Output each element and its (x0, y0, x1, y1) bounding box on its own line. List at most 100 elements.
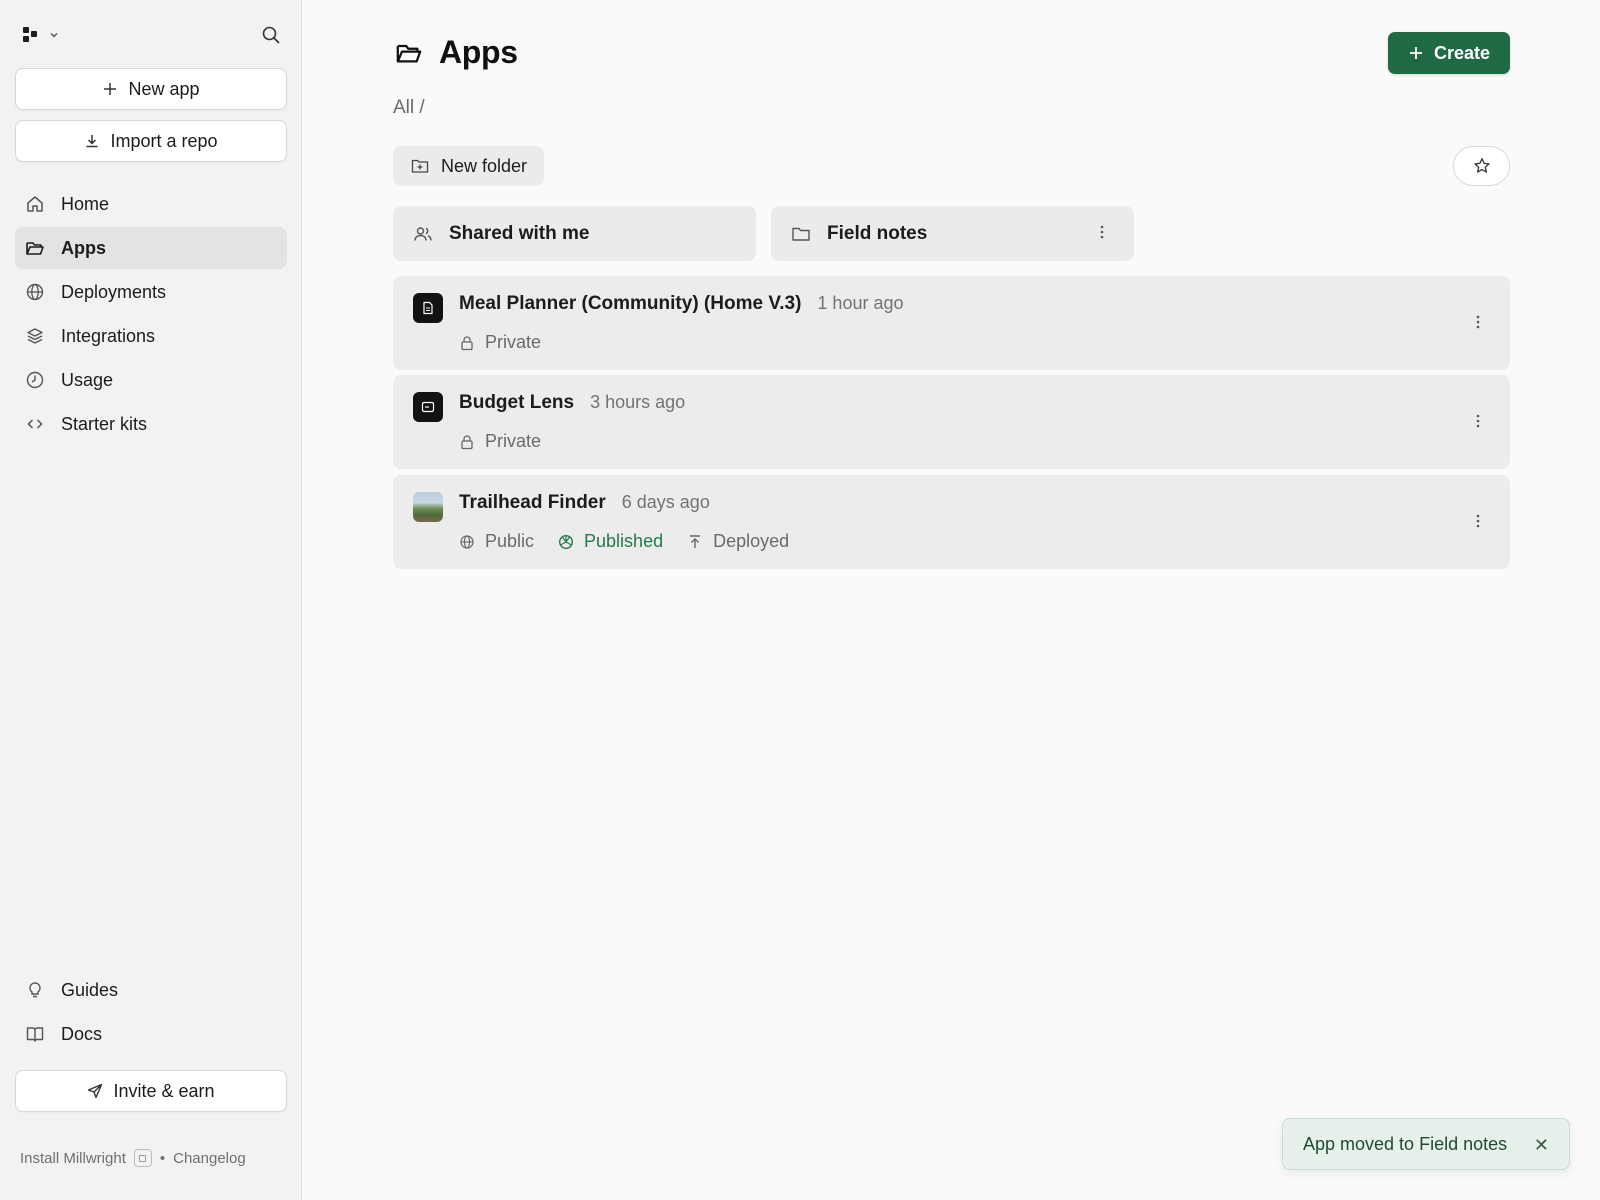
users-icon (413, 224, 433, 244)
visibility-badge: Private (459, 332, 541, 353)
import-repo-button[interactable]: Import a repo (15, 120, 287, 162)
visibility-label: Private (485, 431, 542, 451)
sidebar-item-label: Usage (61, 369, 114, 390)
new-app-label: New app (128, 78, 200, 99)
app-updated-time: 3 hours ago (590, 392, 686, 412)
app-meta: Public Published Deployed (459, 531, 789, 552)
book-icon (25, 1024, 45, 1044)
folder-label: Field notes (827, 222, 928, 244)
lock-icon (459, 434, 475, 450)
window-icon (413, 392, 443, 422)
app-window-icon (133, 1149, 152, 1167)
import-repo-label: Import a repo (110, 130, 218, 151)
app-row[interactable]: Budget Lens 3 hours ago Private (393, 375, 1510, 469)
deployed-badge: Deployed (687, 531, 789, 552)
app-updated-time: 1 hour ago (817, 293, 904, 313)
folder-plus-icon (411, 157, 429, 175)
visibility-badge: Private (459, 431, 541, 452)
app-updated-time: 6 days ago (621, 492, 710, 512)
folder-open-icon (395, 39, 423, 67)
more-vertical-icon[interactable] (1476, 314, 1480, 330)
sidebar: New app Import a repo Home Apps Deployme… (0, 0, 302, 1200)
footer-separator: • (159, 1149, 166, 1167)
folder-icon (791, 224, 811, 244)
sidebar-nav: Home Apps Deployments Integrations Usage (15, 183, 287, 447)
sidebar-item-starter-kits[interactable]: Starter kits (15, 403, 287, 445)
main-content: Apps Create All / New folder Shared with… (302, 0, 1600, 1200)
folder-shared-with-me[interactable]: Shared with me (393, 206, 756, 261)
breadcrumb[interactable]: All / (393, 97, 425, 119)
invite-earn-button[interactable]: Invite & earn (15, 1070, 287, 1112)
new-app-button[interactable]: New app (15, 68, 287, 110)
deployed-label: Deployed (713, 531, 790, 551)
app-name[interactable]: Trailhead Finder (459, 492, 606, 514)
install-link[interactable]: Install Millwright (20, 1150, 126, 1167)
visibility-badge: Public (459, 531, 534, 552)
sidebar-item-guides[interactable]: Guides (15, 969, 287, 1011)
search-icon[interactable] (261, 25, 281, 45)
toast-notification: App moved to Field notes ✕ (1282, 1118, 1570, 1170)
clock-icon (25, 370, 45, 390)
invite-earn-label: Invite & earn (113, 1080, 215, 1101)
app-thumbnail (413, 492, 443, 522)
aperture-icon (558, 534, 574, 550)
code-icon (25, 414, 45, 434)
app-row[interactable]: Meal Planner (Community) (Home V.3) 1 ho… (393, 276, 1510, 370)
logo-icon (22, 26, 40, 44)
sidebar-item-label: Home (61, 193, 110, 214)
sidebar-bottom-nav: Guides Docs (15, 969, 287, 1057)
lightbulb-icon (25, 980, 45, 1000)
sidebar-item-apps[interactable]: Apps (15, 227, 287, 269)
more-vertical-icon[interactable] (1100, 224, 1104, 240)
app-name[interactable]: Budget Lens (459, 392, 574, 414)
sidebar-item-usage[interactable]: Usage (15, 359, 287, 401)
globe-icon (459, 534, 475, 550)
folder-open-icon (25, 238, 45, 258)
create-button[interactable]: Create (1388, 32, 1510, 74)
create-label: Create (1433, 42, 1491, 63)
sidebar-item-integrations[interactable]: Integrations (15, 315, 287, 357)
app-title: Budget Lens 3 hours ago (459, 392, 685, 414)
sidebar-item-label: Docs (61, 1023, 103, 1044)
app-meta: Private (459, 431, 541, 452)
page-header: Apps (395, 34, 518, 71)
sidebar-item-label: Deployments (61, 281, 167, 302)
close-icon[interactable]: ✕ (1534, 1135, 1549, 1156)
sidebar-footer: Install Millwright • Changelog (20, 1149, 246, 1167)
toast-message: App moved to Field notes (1303, 1133, 1508, 1154)
favorites-button[interactable] (1453, 146, 1510, 186)
new-folder-button[interactable]: New folder (393, 146, 544, 186)
sidebar-item-label: Apps (61, 237, 106, 258)
document-icon (413, 293, 443, 323)
sidebar-item-label: Guides (61, 979, 119, 1000)
published-label: Published (584, 531, 664, 551)
lock-icon (459, 335, 475, 351)
download-icon (84, 133, 100, 149)
sidebar-item-home[interactable]: Home (15, 183, 287, 225)
more-vertical-icon[interactable] (1476, 513, 1480, 529)
changelog-link[interactable]: Changelog (173, 1150, 246, 1167)
visibility-label: Public (485, 531, 535, 551)
app-title: Meal Planner (Community) (Home V.3) 1 ho… (459, 293, 904, 315)
workspace-switcher[interactable] (22, 26, 60, 44)
sidebar-header (22, 22, 281, 48)
app-name[interactable]: Meal Planner (Community) (Home V.3) (459, 293, 801, 315)
app-row[interactable]: Trailhead Finder 6 days ago Public Publi… (393, 475, 1510, 569)
sidebar-item-deployments[interactable]: Deployments (15, 271, 287, 313)
star-icon (1473, 157, 1491, 175)
app-meta: Private (459, 332, 541, 353)
more-vertical-icon[interactable] (1476, 413, 1480, 429)
plus-icon (1408, 45, 1424, 61)
new-folder-label: New folder (441, 155, 528, 176)
globe-icon (25, 282, 45, 302)
home-icon (25, 194, 45, 214)
published-badge: Published (558, 531, 663, 552)
sidebar-item-label: Integrations (61, 325, 156, 346)
app-title: Trailhead Finder 6 days ago (459, 492, 710, 514)
send-icon (87, 1083, 103, 1099)
folder-field-notes[interactable]: Field notes (771, 206, 1134, 261)
chevron-down-icon (48, 29, 60, 41)
visibility-label: Private (485, 332, 542, 352)
sidebar-item-docs[interactable]: Docs (15, 1013, 287, 1055)
upload-icon (687, 534, 703, 550)
